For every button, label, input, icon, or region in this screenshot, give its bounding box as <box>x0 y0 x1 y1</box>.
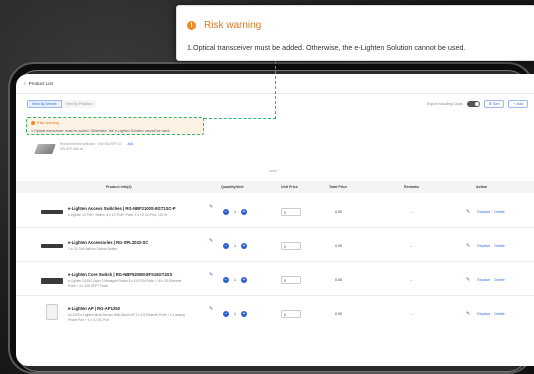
add-button[interactable]: + Add <box>508 100 528 108</box>
delete-link[interactable]: Delete <box>494 312 504 316</box>
unit-price-input[interactable]: 0 <box>281 276 301 284</box>
quantity-value: 1 <box>234 278 236 282</box>
page-title: Product List <box>28 81 53 86</box>
unit-price-input[interactable]: 0 <box>281 208 301 216</box>
recommendation-line2: EW-SFP-MM x5 <box>60 147 83 151</box>
remark: -- <box>410 210 413 214</box>
product-name: e-Lighten Access Switches | RG-NBF2100S-… <box>68 206 176 211</box>
edit-icon[interactable]: ✎ <box>209 238 213 244</box>
product-name: e-Lighten Core Switch | RG-NBF5200M-8FS1… <box>68 272 173 277</box>
export-costs-toggle[interactable] <box>466 101 480 107</box>
product-desc: 1 in 32 Out Uniform Optical Splitter <box>68 247 118 251</box>
risk-warning-banner: Risk warning 1.Optical transceiver must … <box>26 117 204 135</box>
replace-link[interactable]: Replace <box>477 210 490 214</box>
decrease-button[interactable]: − <box>223 209 229 215</box>
unit-price-input[interactable]: 0 <box>281 310 301 318</box>
transceiver-image <box>34 144 56 154</box>
chevron-left-icon[interactable]: ‹ <box>24 81 26 87</box>
warning-icon <box>187 21 196 30</box>
replace-link[interactable]: Replace <box>477 312 490 316</box>
quantity-value: 1 <box>234 312 236 316</box>
increase-button[interactable]: + <box>241 277 247 283</box>
callout-title: Risk warning <box>204 20 262 31</box>
total-price: 0.00 <box>335 312 342 316</box>
product-desc-cont: Ports + 4 x 10G SFP+ Ports <box>68 284 108 288</box>
increase-button[interactable]: + <box>241 209 247 215</box>
warning-icon <box>31 121 35 125</box>
table-row: e-Lighten Core Switch | RG-NBF5200M-8FS1… <box>16 262 534 296</box>
tab-view-by-device[interactable]: View by Device <box>27 100 62 108</box>
splitter-image <box>41 244 63 248</box>
product-name: e-Lighten AP | RG-AP1250 <box>68 306 120 311</box>
decrease-button[interactable]: − <box>223 311 229 317</box>
table-header: Product Info(4) Quantity/Unit Unit Price… <box>16 181 534 193</box>
callout-connector-horizontal <box>204 118 276 119</box>
collapse-toggle[interactable]: Less ⌃ <box>16 169 534 173</box>
callout-message: 1.Optical transceiver must be added. Oth… <box>187 43 466 52</box>
edit-icon[interactable]: ✎ <box>209 306 213 312</box>
product-desc: e-Lighten 10/100 Layer 3 Managed Switch … <box>68 279 182 283</box>
col-unit-price: Unit Price <box>281 185 298 189</box>
col-total-price: Total Price <box>329 185 348 189</box>
edit-icon[interactable]: ✎ <box>209 204 213 210</box>
table-row: e-Lighten Access Switches | RG-NBF2100S-… <box>16 194 534 228</box>
edit-remark-icon[interactable]: ✎ <box>466 311 470 317</box>
switch-image <box>41 210 63 214</box>
remark: -- <box>410 312 413 316</box>
callout-connector <box>275 61 276 119</box>
remark: -- <box>410 278 413 282</box>
decrease-button[interactable]: − <box>223 243 229 249</box>
unit-price-input[interactable]: 0 <box>281 242 301 250</box>
edit-remark-icon[interactable]: ✎ <box>466 277 470 283</box>
increase-button[interactable]: + <box>241 243 247 249</box>
col-action: Action <box>476 185 488 189</box>
total-price: 0.00 <box>335 278 342 282</box>
total-price: 0.00 <box>335 210 342 214</box>
access-point-image <box>46 304 58 320</box>
decrease-button[interactable]: − <box>223 277 229 283</box>
core-switch-image <box>41 278 63 284</box>
recommendation: Recommended selection：EW-SW-SFP-10 Add EW… <box>34 142 133 154</box>
export-costs-label: Export Including Costs <box>426 102 463 106</box>
edit-remark-icon[interactable]: ✎ <box>466 209 470 215</box>
recommendation-add-link[interactable]: Add <box>127 142 133 146</box>
table-row: e-Lighten Accessories | RG-SPL2032-SC 1 … <box>16 228 534 262</box>
edit-icon[interactable]: ✎ <box>209 272 213 278</box>
product-desc: e-Lighten 10 PoE+ Switch, 8 x 1G PoE+ Po… <box>68 213 168 217</box>
col-product-info: Product Info(4) <box>106 185 132 189</box>
col-quantity: Quantity/Unit <box>221 185 244 189</box>
product-desc-cont: Phone Port + 1 x 1G SC Port <box>68 318 110 322</box>
product-desc: AC1200 e-Lighten Multi-Service Wall-Moun… <box>68 313 185 317</box>
delete-link[interactable]: Delete <box>494 244 504 248</box>
recommendation-line1: Recommended selection：EW-SW-SFP-10 <box>60 142 122 146</box>
total-price: 0.00 <box>335 244 342 248</box>
increase-button[interactable]: + <box>241 311 247 317</box>
quantity-value: 1 <box>234 210 236 214</box>
replace-link[interactable]: Replace <box>477 278 490 282</box>
tab-view-by-position[interactable]: View by Position <box>61 100 96 108</box>
edit-remark-icon[interactable]: ✎ <box>466 243 470 249</box>
delete-link[interactable]: Delete <box>494 210 504 214</box>
risk-warning-callout: Risk warning 1.Optical transceiver must … <box>176 5 534 61</box>
replace-link[interactable]: Replace <box>477 244 490 248</box>
table-row: e-Lighten AP | RG-AP1250 AC1200 e-Lighte… <box>16 296 534 330</box>
remark: -- <box>410 244 413 248</box>
delete-link[interactable]: Delete <box>494 278 504 282</box>
col-remarks: Remarks <box>404 185 420 189</box>
product-name: e-Lighten Accessories | RG-SPL2032-SC <box>68 240 149 245</box>
warning-message: 1.Optical transceiver must be added. Oth… <box>31 129 171 133</box>
sort-button[interactable]: ☰ Sort <box>483 100 505 108</box>
quantity-value: 1 <box>234 244 236 248</box>
warning-title: Risk warning <box>37 121 59 125</box>
view-toggle: View by Device View by Position <box>27 100 96 108</box>
